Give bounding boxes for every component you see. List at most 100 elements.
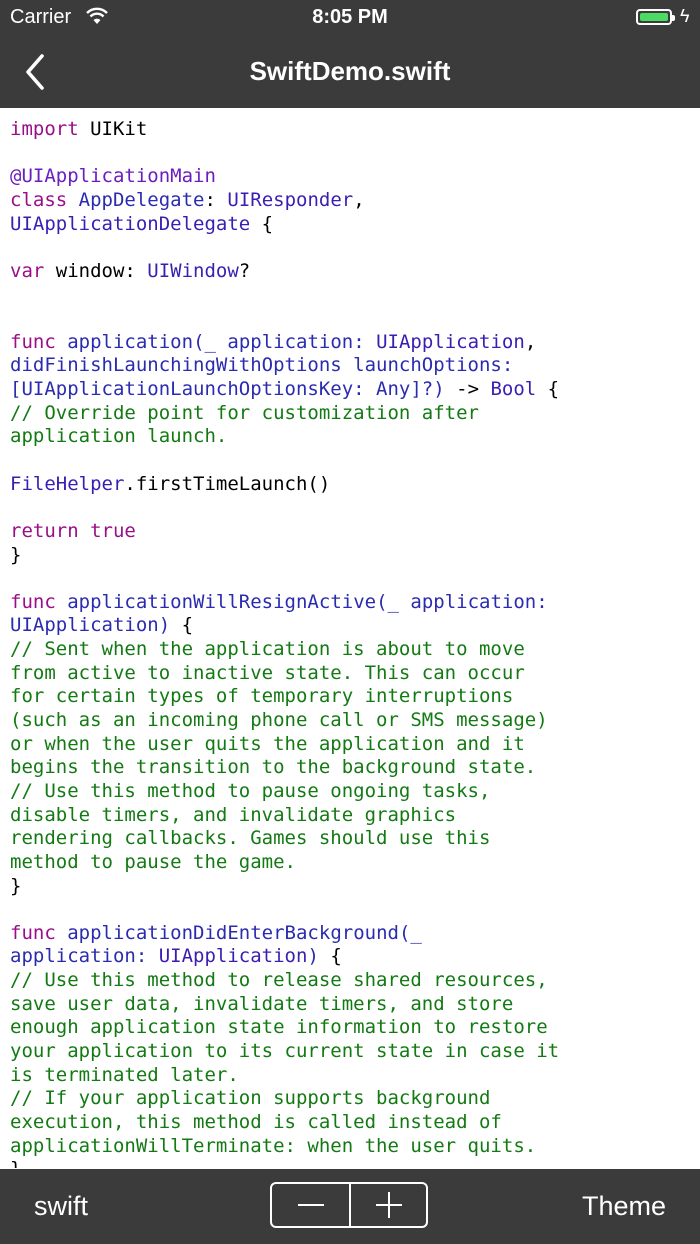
code-token: // Sent when the application is about to…	[10, 638, 525, 661]
code-line: // Use this method to pause ongoing task…	[10, 780, 695, 804]
code-line: // If your application supports backgrou…	[10, 1087, 695, 1111]
code-token: applicationWillTerminate: when the user …	[10, 1134, 537, 1157]
code-line: for certain types of temporary interrupt…	[10, 685, 695, 709]
code-token: application:	[10, 945, 159, 968]
minus-icon	[298, 1204, 324, 1206]
code-token: // Override point for customization afte…	[10, 401, 479, 424]
code-token: (such as an incoming phone call or SMS m…	[10, 709, 548, 732]
code-line: @UIApplicationMain	[10, 165, 695, 189]
code-token: true	[90, 519, 136, 542]
code-token: UIApplication)	[10, 614, 171, 637]
code-line: func application(_ application: UIApplic…	[10, 331, 695, 355]
code-line: applicationWillTerminate: when the user …	[10, 1135, 695, 1159]
code-token: UIApplicationDelegate	[10, 212, 251, 235]
code-token: enough application state information to …	[10, 1016, 548, 1039]
code-line: begins the transition to the background …	[10, 756, 695, 780]
code-token: AppDelegate	[78, 188, 205, 211]
code-line: enough application state information to …	[10, 1016, 695, 1040]
code-token: or when the user quits the application a…	[10, 732, 525, 755]
code-token: for certain types of temporary interrupt…	[10, 685, 514, 708]
decrease-font-button[interactable]	[272, 1184, 350, 1226]
code-token: rendering callbacks. Games should use th…	[10, 827, 491, 850]
code-token: UIApplication	[158, 945, 308, 968]
code-line: is terminated later.	[10, 1064, 695, 1088]
code-token: .firstTimeLaunch()	[124, 472, 331, 495]
code-token: // Use this method to pause ongoing task…	[10, 779, 491, 802]
code-token: from active to inactive state. This can …	[10, 661, 525, 684]
code-line: // Use this method to release shared res…	[10, 969, 695, 993]
code-token: ?	[238, 259, 251, 282]
code-token: UIResponder	[227, 188, 354, 211]
code-line: method to pause the game.	[10, 851, 695, 875]
code-line: // Override point for customization afte…	[10, 402, 695, 426]
code-line: FileHelper.firstTimeLaunch()	[10, 473, 695, 497]
code-line: didFinishLaunchingWithOptions launchOpti…	[10, 354, 695, 378]
code-line: import UIKit	[10, 118, 695, 142]
code-token: is terminated later.	[10, 1063, 239, 1086]
code-line: }	[10, 875, 695, 899]
code-token: ,	[353, 188, 365, 211]
code-line: save user data, invalidate timers, and s…	[10, 993, 695, 1017]
language-button[interactable]: swift	[34, 1191, 88, 1222]
battery-icon	[636, 9, 675, 25]
navigation-bar: SwiftDemo.swift	[0, 36, 700, 108]
code-line: [UIApplicationLaunchOptionsKey: Any]?) -…	[10, 378, 695, 402]
code-line: class AppDelegate: UIResponder,	[10, 189, 695, 213]
code-line: execution, this method is called instead…	[10, 1111, 695, 1135]
bottom-toolbar: swift Theme	[0, 1169, 700, 1244]
code-token: }	[10, 874, 22, 897]
code-line: disable timers, and invalidate graphics	[10, 804, 695, 828]
code-line: (such as an incoming phone call or SMS m…	[10, 709, 695, 733]
code-token: }	[10, 1158, 21, 1168]
code-token: // If your application supports backgrou…	[10, 1087, 491, 1110]
code-token: begins the transition to the background …	[10, 756, 537, 779]
code-token: {	[536, 378, 560, 401]
code-token: UIApplication	[376, 330, 525, 353]
code-token: @UIApplicationMain	[10, 165, 216, 188]
code-token: )	[307, 945, 319, 968]
code-token: method to pause the game.	[10, 850, 296, 873]
code-token: func	[10, 330, 56, 353]
code-token: your application to its current state in…	[10, 1039, 560, 1062]
code-token: [UIApplicationLaunchOptionsKey: Any]?)	[10, 378, 445, 401]
code-line: UIApplicationDelegate {	[10, 213, 695, 237]
code-line: }	[10, 544, 695, 568]
page-title: SwiftDemo.swift	[249, 56, 451, 86]
code-line: UIApplication) {	[10, 614, 695, 638]
code-line: var window: UIWindow?	[10, 260, 695, 284]
status-time: 8:05 PM	[312, 6, 388, 28]
code-token: ->	[444, 378, 491, 401]
code-line: func applicationDidEnterBackground(_	[10, 922, 695, 946]
code-token: {	[250, 212, 274, 235]
code-token: var	[10, 259, 45, 282]
code-token: func	[10, 590, 56, 613]
code-token: application	[67, 330, 194, 353]
code-token: {	[318, 945, 342, 968]
code-token: return	[10, 519, 79, 542]
code-token: Bool	[490, 378, 537, 401]
code-token: }	[10, 543, 22, 566]
code-token: import	[10, 118, 79, 140]
code-token: {	[170, 614, 194, 637]
theme-button[interactable]: Theme	[582, 1191, 666, 1222]
code-token: didFinishLaunchingWithOptions launchOpti…	[10, 354, 514, 377]
code-line: rendering callbacks. Games should use th…	[10, 827, 695, 851]
increase-font-button[interactable]	[350, 1184, 428, 1226]
code-token: save user data, invalidate timers, and s…	[10, 992, 514, 1015]
top-bar: Carrier 8:05 PM ϟ SwiftDemo.swift	[0, 0, 700, 108]
font-size-stepper	[270, 1182, 428, 1228]
code-token: func	[10, 921, 56, 944]
code-viewer[interactable]: import UIKit @UIApplicationMain class App…	[10, 118, 695, 1168]
